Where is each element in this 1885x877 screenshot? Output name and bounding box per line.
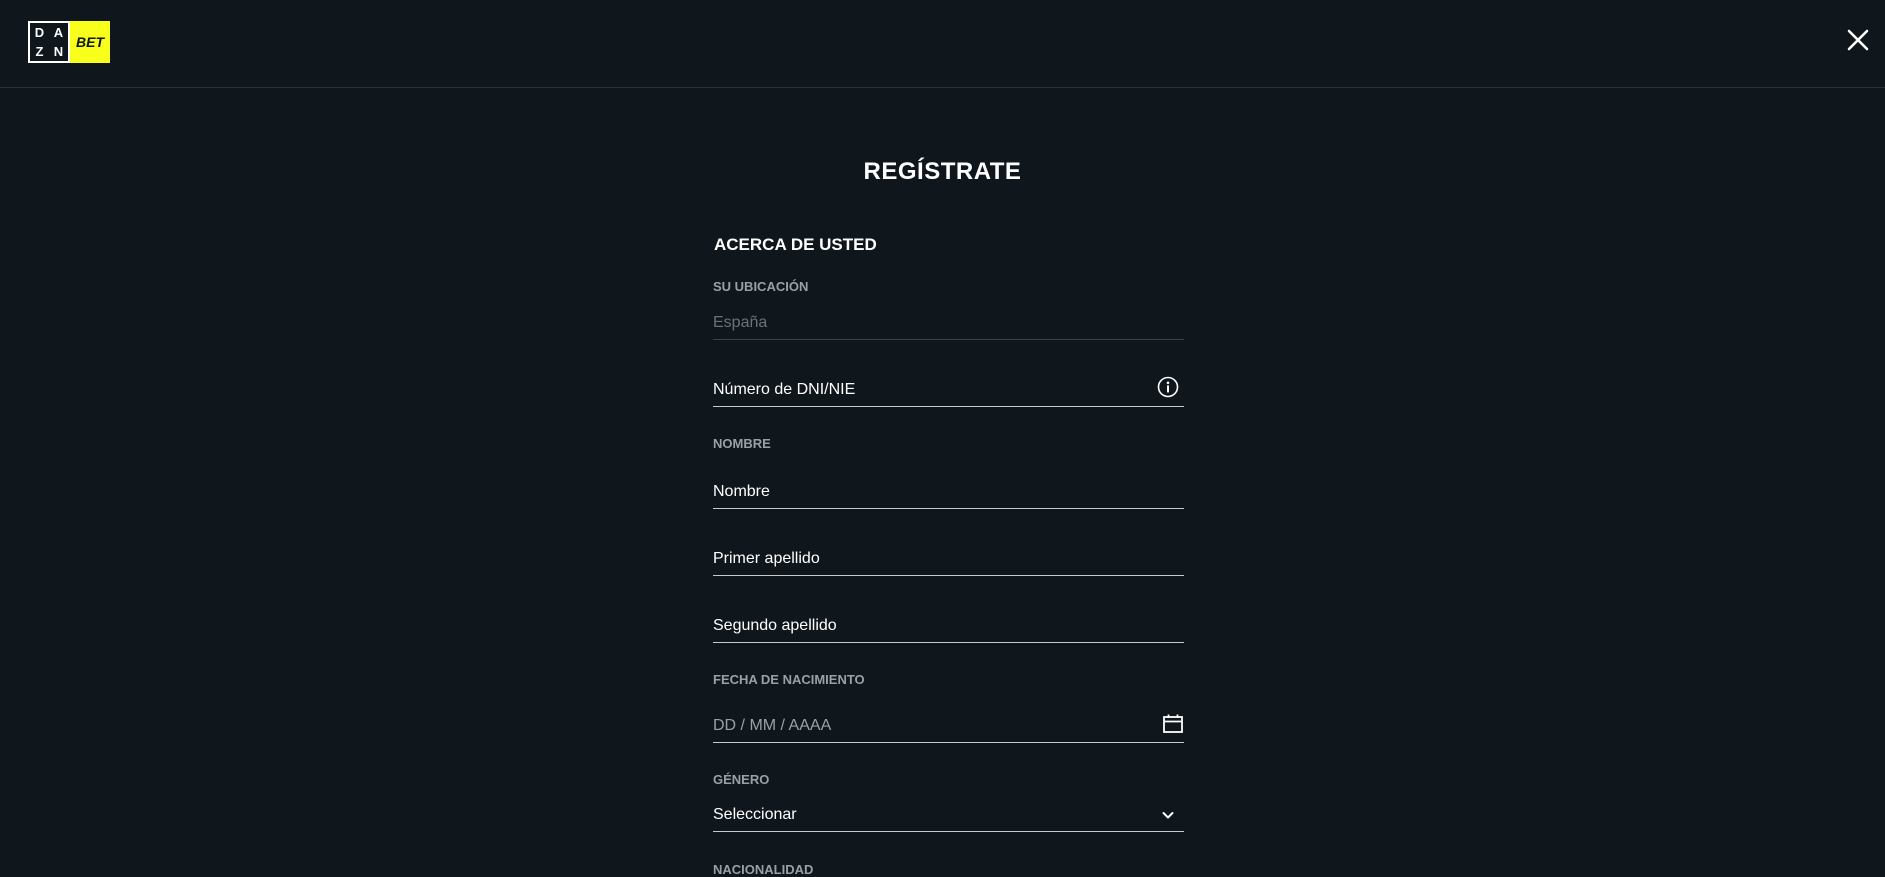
dni-input[interactable]: Número de DNI/NIE	[713, 373, 1184, 407]
first-name-input[interactable]: Nombre	[713, 475, 1184, 509]
page-title: REGÍSTRATE	[863, 158, 1022, 185]
dni-placeholder: Número de DNI/NIE	[713, 380, 856, 398]
calendar-icon[interactable]	[1162, 713, 1184, 735]
gender-select[interactable]: Seleccionar	[713, 798, 1184, 832]
location-label: SU UBICACIÓN	[713, 279, 809, 294]
top-bar: D A Z N BET	[0, 0, 1885, 88]
bet-logo-mark: BET	[70, 21, 110, 63]
location-value: España	[713, 313, 768, 331]
location-field: España	[713, 306, 1184, 340]
close-button[interactable]	[1846, 28, 1870, 52]
chevron-down-icon	[1162, 811, 1174, 818]
logo-letter: A	[53, 25, 64, 40]
first-surname-placeholder: Primer apellido	[713, 549, 820, 567]
gender-selected-value: Seleccionar	[713, 805, 797, 823]
logo-letter: D	[34, 25, 45, 40]
second-surname-input[interactable]: Segundo apellido	[713, 609, 1184, 643]
section-heading: ACERCA DE USTED	[714, 235, 877, 254]
birthdate-input[interactable]: DD / MM / AAAA	[713, 709, 1184, 743]
first-surname-input[interactable]: Primer apellido	[713, 542, 1184, 576]
second-surname-placeholder: Segundo apellido	[713, 616, 837, 634]
gender-label: GÉNERO	[713, 772, 770, 787]
birthdate-placeholder: DD / MM / AAAA	[713, 716, 832, 734]
close-icon	[1847, 29, 1869, 51]
logo-letter: Z	[35, 44, 44, 59]
birthdate-label: FECHA DE NACIMIENTO	[713, 672, 865, 687]
dazn-logo-mark: D A Z N	[28, 21, 70, 63]
info-icon[interactable]	[1157, 376, 1179, 398]
first-name-placeholder: Nombre	[713, 482, 770, 500]
nationality-label: NACIONALIDAD	[713, 862, 814, 877]
dazn-bet-logo[interactable]: D A Z N BET	[28, 21, 110, 63]
name-label: NOMBRE	[713, 436, 771, 451]
logo-letter: N	[53, 44, 64, 59]
